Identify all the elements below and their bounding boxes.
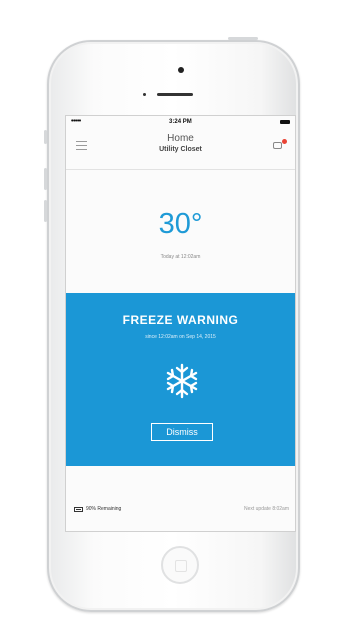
battery-level-icon <box>74 506 83 512</box>
notification-badge <box>282 139 287 144</box>
earpiece-speaker <box>143 93 193 96</box>
app-screen: ••••• 3:24 PM Home Utility Closet 30° To… <box>65 115 296 532</box>
nav-header: Home Utility Closet <box>66 127 295 170</box>
battery-status: 90% Remaining <box>74 506 121 512</box>
mute-switch <box>44 130 47 144</box>
dismiss-button[interactable]: Dismiss <box>151 423 213 441</box>
status-bar: ••••• 3:24 PM <box>66 116 295 127</box>
warning-since: since 12:02am on Sep 14, 2015 <box>145 334 216 340</box>
device-location: Utility Closet <box>159 146 202 153</box>
snowflake-icon <box>166 363 198 399</box>
power-button <box>228 37 258 40</box>
battery-remaining: 90% Remaining <box>86 506 122 512</box>
front-camera <box>178 67 184 73</box>
footer-bar: 90% Remaining Next update 8:02am <box>66 466 295 531</box>
signal-indicator: ••••• <box>71 118 81 125</box>
temperature-value: 30° <box>158 208 203 240</box>
next-update: Next update 8:02am <box>243 506 289 512</box>
chat-bubble-icon[interactable] <box>273 139 287 150</box>
warning-title: FREEZE WARNING <box>122 313 239 327</box>
sensor-dot <box>143 93 146 96</box>
speaker-grill <box>157 93 193 96</box>
page-title: Home <box>167 133 194 144</box>
volume-down-button <box>44 200 47 222</box>
temperature-panel: 30° Today at 12:02am <box>66 170 295 293</box>
freeze-warning-panel: FREEZE WARNING since 12:02am on Sep 14, … <box>66 293 295 466</box>
battery-icon <box>279 119 290 124</box>
temperature-updated: Today at 12:02am <box>160 254 201 260</box>
home-button[interactable] <box>161 546 199 584</box>
volume-up-button <box>44 168 47 190</box>
status-time: 3:24 PM <box>169 118 192 125</box>
